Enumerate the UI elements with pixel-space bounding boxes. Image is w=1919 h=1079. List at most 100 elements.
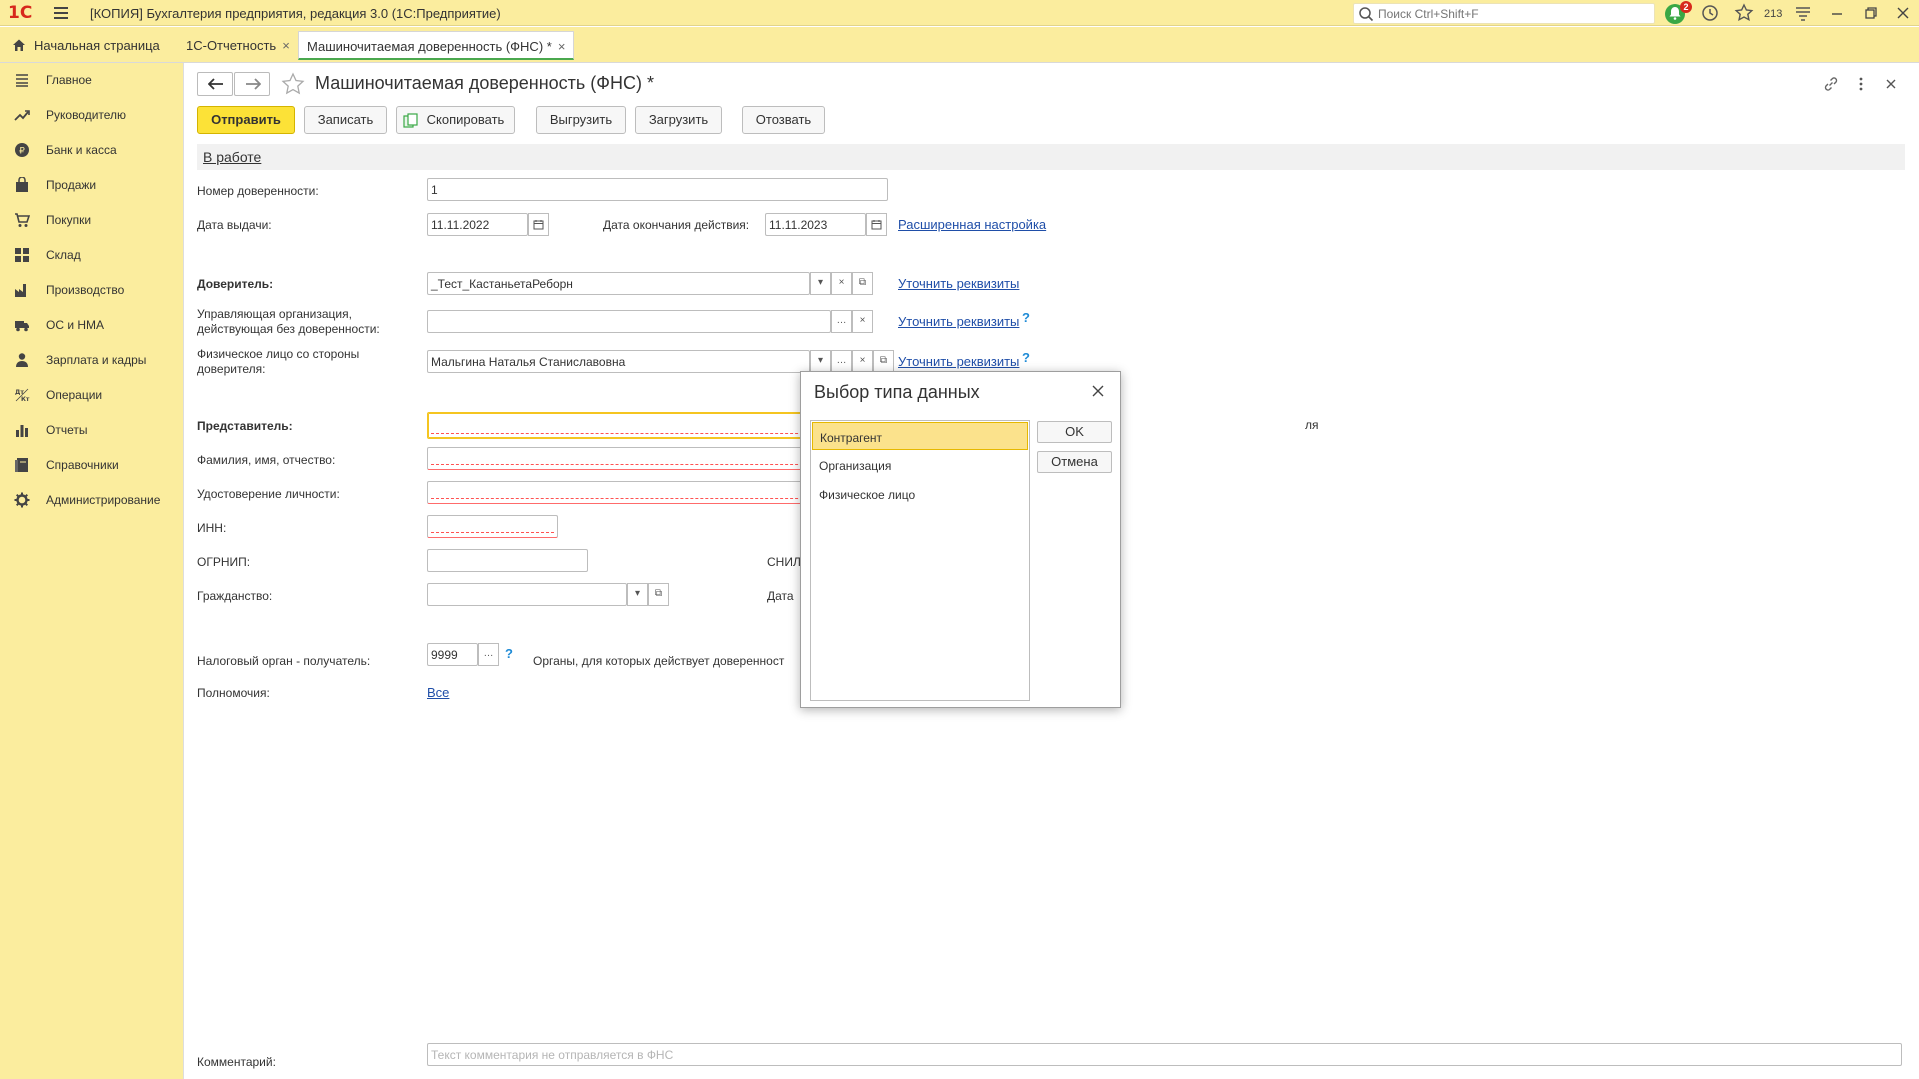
clarify-managing-org-link[interactable]: Уточнить реквизиты: [898, 314, 1019, 329]
principal-field[interactable]: _Тест_КастаньетаРеборн: [427, 272, 810, 295]
tax-office-field[interactable]: 9999: [427, 643, 478, 666]
sidebar-item-label: ОС и НМА: [46, 318, 105, 332]
issue-date-calendar-button[interactable]: [528, 213, 549, 236]
sidebar-item-warehouse[interactable]: Склад: [0, 240, 184, 270]
favorites-star-icon[interactable]: [1733, 2, 1755, 24]
person-dropdown-button[interactable]: ▾: [810, 350, 831, 373]
help-icon[interactable]: ?: [505, 646, 513, 661]
inn-field[interactable]: [427, 515, 558, 538]
ok-button[interactable]: OK: [1037, 421, 1112, 443]
sidebar-item-bank[interactable]: ₽ Банк и касса: [0, 135, 184, 165]
citizenship-open-button[interactable]: ⧉: [648, 583, 669, 606]
more-actions-icon[interactable]: [1852, 75, 1870, 93]
sidebar-item-sales[interactable]: Продажи: [0, 170, 184, 200]
clarify-principal-link[interactable]: Уточнить реквизиты: [898, 276, 1019, 291]
issue-date-field[interactable]: 11.11.2022: [427, 213, 528, 236]
close-tab-icon[interactable]: ×: [558, 39, 566, 54]
sidebar-item-director[interactable]: Руководителю: [0, 100, 184, 130]
sidebar-item-operations[interactable]: Дт Кт Операции: [0, 380, 184, 410]
main-menu-icon[interactable]: [54, 7, 68, 19]
fio-label: Фамилия, имя, отчество:: [197, 453, 336, 467]
forward-button[interactable]: [234, 72, 270, 96]
sidebar-item-admin[interactable]: Администрирование: [0, 485, 184, 515]
principal-open-button[interactable]: ⧉: [852, 272, 873, 295]
tab-bar: Начальная страница 1С-Отчетность × Машино…: [0, 27, 1919, 63]
number-field[interactable]: 1: [427, 178, 888, 201]
powers-link[interactable]: Все: [427, 685, 449, 700]
status-link[interactable]: В работе: [203, 149, 261, 165]
representative-label: Представитель:: [197, 419, 293, 433]
cancel-button[interactable]: Отмена: [1037, 451, 1112, 473]
app-title: [КОПИЯ] Бухгалтерия предприятия, редакци…: [90, 6, 501, 21]
close-dialog-icon[interactable]: [1089, 382, 1107, 400]
citizenship-field[interactable]: [427, 583, 627, 606]
back-button[interactable]: [197, 72, 233, 96]
close-window-icon[interactable]: [1892, 2, 1914, 24]
sidebar-item-label: Банк и касса: [46, 143, 117, 157]
list-item[interactable]: Контрагент: [812, 422, 1028, 450]
advanced-settings-link[interactable]: Расширенная настройка: [898, 217, 1046, 232]
sidebar-item-production[interactable]: Производство: [0, 275, 184, 305]
sidebar-item-directories[interactable]: Справочники: [0, 450, 184, 480]
tab-label: Машиночитаемая доверенность (ФНС) *: [307, 39, 552, 54]
import-button[interactable]: Загрузить: [635, 106, 722, 134]
id-document-field[interactable]: [427, 481, 837, 504]
person-open-button[interactable]: ⧉: [873, 350, 894, 373]
dialog-title: Выбор типа данных: [814, 382, 980, 402]
representative-field[interactable]: [427, 412, 837, 439]
revoke-button[interactable]: Отозвать: [742, 106, 825, 134]
send-button[interactable]: Отправить: [197, 106, 295, 134]
citizenship-label: Гражданство:: [197, 589, 273, 603]
tax-office-select-button[interactable]: …: [478, 643, 499, 666]
sidebar-item-fixed-assets[interactable]: ОС и НМА: [0, 310, 184, 340]
sidebar-item-label: Производство: [46, 283, 125, 297]
help-icon[interactable]: ?: [1022, 310, 1030, 325]
app-logo[interactable]: 1С: [8, 3, 42, 23]
principal-clear-button[interactable]: ×: [831, 272, 852, 295]
citizenship-dropdown-button[interactable]: ▾: [627, 583, 648, 606]
comment-field[interactable]: Текст комментария не отправляется в ФНС: [427, 1043, 1902, 1066]
book-icon: [15, 458, 28, 472]
sidebar-item-reports[interactable]: Отчеты: [0, 415, 184, 445]
export-button[interactable]: Выгрузить: [536, 106, 626, 134]
help-icon[interactable]: ?: [1022, 350, 1030, 365]
minimize-icon[interactable]: [1826, 2, 1848, 24]
favorite-star-icon[interactable]: [280, 71, 306, 97]
end-date-calendar-button[interactable]: [866, 213, 887, 236]
sidebar-item-purchases[interactable]: Покупки: [0, 205, 184, 235]
end-date-field[interactable]: 11.11.2023: [765, 213, 866, 236]
list-item[interactable]: Физическое лицо: [812, 480, 1028, 508]
sidebar-item-main[interactable]: Главное: [0, 65, 184, 95]
person-clear-button[interactable]: ×: [852, 350, 873, 373]
close-form-icon[interactable]: [1882, 75, 1900, 93]
managing-org-select-button[interactable]: …: [831, 310, 852, 333]
principal-dropdown-button[interactable]: ▾: [810, 272, 831, 295]
bar-chart-icon: [16, 425, 28, 437]
person-field[interactable]: Мальгина Наталья Станиславовна: [427, 350, 810, 373]
managing-org-clear-button[interactable]: ×: [852, 310, 873, 333]
copy-button[interactable]: Скопировать: [396, 106, 515, 134]
search-icon: [1359, 7, 1374, 22]
list-item[interactable]: Организация: [812, 451, 1028, 479]
global-search[interactable]: [1353, 3, 1655, 24]
fio-field[interactable]: [427, 447, 837, 470]
managing-org-field[interactable]: [427, 310, 831, 333]
save-button[interactable]: Записать: [304, 106, 387, 134]
history-icon[interactable]: [1699, 2, 1721, 24]
ogrnip-field[interactable]: [427, 549, 588, 572]
settings-lines-icon[interactable]: [1792, 2, 1814, 24]
clarify-person-link[interactable]: Уточнить реквизиты: [898, 354, 1019, 369]
tab-power-of-attorney[interactable]: Машиночитаемая доверенность (ФНС) * ×: [298, 31, 575, 60]
tab-home[interactable]: Начальная страница: [4, 33, 168, 57]
close-tab-icon[interactable]: ×: [282, 38, 290, 53]
link-icon[interactable]: [1822, 75, 1840, 93]
search-input[interactable]: [1378, 5, 1648, 22]
sidebar-item-salary[interactable]: Зарплата и кадры: [0, 345, 184, 375]
tab-reporting[interactable]: 1С-Отчетность ×: [178, 33, 298, 57]
counter-label[interactable]: 213: [1764, 8, 1782, 20]
person-select-button[interactable]: …: [831, 350, 852, 373]
status-bar: В работе: [197, 144, 1905, 170]
svg-text:Кт: Кт: [21, 396, 30, 403]
restore-icon[interactable]: [1860, 2, 1882, 24]
tab-label: 1С-Отчетность: [186, 38, 277, 53]
